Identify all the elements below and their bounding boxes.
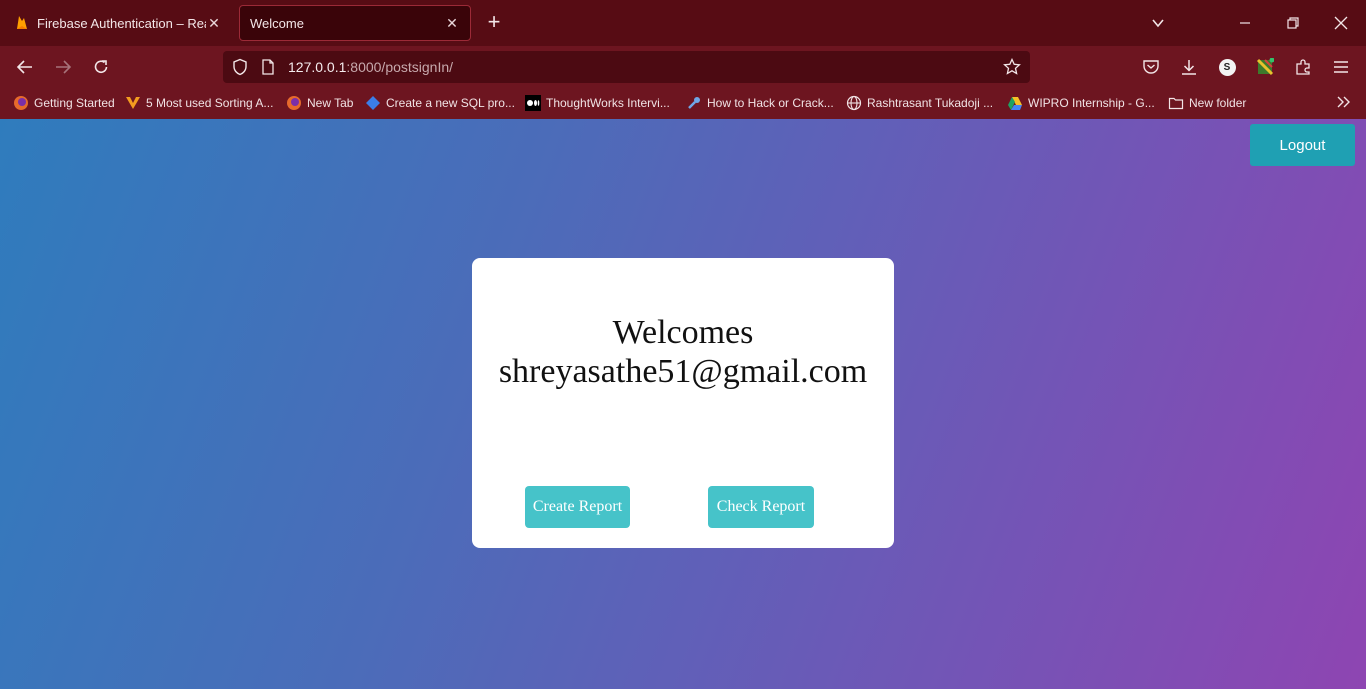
bookmark-label: New folder bbox=[1189, 96, 1247, 110]
new-tab-icon[interactable]: + bbox=[483, 11, 505, 33]
menu-icon[interactable] bbox=[1329, 55, 1353, 79]
bookmark-label: Getting Started bbox=[34, 96, 115, 110]
welcome-card: Welcomes shreyasathe51@gmail.com Create … bbox=[472, 258, 894, 548]
page-info-icon[interactable] bbox=[261, 59, 275, 80]
navigation-toolbar: 127.0.0.1:8000/postsignIn/ S bbox=[0, 46, 1366, 88]
bookmark-new-folder[interactable]: New folder bbox=[1168, 95, 1246, 111]
tab-title: Welcome bbox=[250, 15, 304, 31]
minimize-icon[interactable] bbox=[1233, 11, 1257, 35]
shield-icon[interactable] bbox=[231, 58, 249, 81]
bookmark-sorting[interactable]: 5 Most used Sorting A... bbox=[125, 95, 273, 111]
extension-icon[interactable] bbox=[1253, 55, 1277, 79]
firefox-icon bbox=[13, 95, 29, 111]
globe-icon bbox=[846, 95, 862, 111]
bookmark-hack[interactable]: How to Hack or Crack... bbox=[686, 95, 834, 111]
url-host: 127.0.0.1 bbox=[288, 59, 347, 75]
bookmark-label: 5 Most used Sorting A... bbox=[146, 96, 274, 110]
firebase-icon bbox=[14, 15, 30, 31]
bookmark-getting-started[interactable]: Getting Started bbox=[13, 95, 115, 111]
pocket-icon[interactable] bbox=[1139, 55, 1163, 79]
profile-avatar[interactable]: S bbox=[1215, 55, 1239, 79]
sql-icon bbox=[365, 95, 381, 111]
close-tab-icon[interactable]: ✕ bbox=[206, 15, 222, 32]
drive-icon bbox=[1007, 95, 1023, 111]
url-text[interactable]: 127.0.0.1:8000/postsignIn/ bbox=[288, 59, 453, 75]
bookmark-rashtrasant[interactable]: Rashtrasant Tukadoji ... bbox=[846, 95, 993, 111]
welcome-heading: Welcomes shreyasathe51@gmail.com bbox=[472, 313, 894, 391]
tab-title: Firebase Authentication – Realtim bbox=[37, 15, 206, 31]
downloads-icon[interactable] bbox=[1177, 55, 1201, 79]
more-bookmarks-icon[interactable] bbox=[1336, 94, 1352, 110]
bookmark-star-icon[interactable] bbox=[1003, 57, 1021, 81]
medium-icon bbox=[525, 95, 541, 111]
bookmark-label: Rashtrasant Tukadoji ... bbox=[867, 96, 994, 110]
bookmark-label: WIPRO Internship - G... bbox=[1028, 96, 1155, 110]
page-content: Logout Welcomes shreyasathe51@gmail.com … bbox=[0, 119, 1366, 689]
forward-icon[interactable] bbox=[51, 55, 75, 79]
bookmark-thoughtworks[interactable]: ThoughtWorks Intervi... bbox=[525, 95, 670, 111]
profile-initial: S bbox=[1218, 58, 1236, 76]
sorting-icon bbox=[125, 95, 141, 111]
wrench-icon bbox=[686, 95, 702, 111]
bookmark-label: How to Hack or Crack... bbox=[707, 96, 834, 110]
back-icon[interactable] bbox=[13, 55, 37, 79]
welcome-text: Welcomes bbox=[612, 314, 754, 351]
restore-icon[interactable] bbox=[1281, 11, 1305, 35]
bookmark-label: New Tab bbox=[307, 96, 354, 110]
bookmark-sql[interactable]: Create a new SQL pro... bbox=[365, 95, 515, 111]
bookmark-label: ThoughtWorks Intervi... bbox=[546, 96, 670, 110]
bookmark-label: Create a new SQL pro... bbox=[386, 96, 515, 110]
create-report-button[interactable]: Create Report bbox=[525, 486, 630, 528]
url-path: :8000/postsignIn/ bbox=[346, 59, 454, 75]
close-tab-icon[interactable]: ✕ bbox=[444, 15, 460, 32]
user-email: shreyasathe51@gmail.com bbox=[498, 353, 868, 390]
bookmark-wipro[interactable]: WIPRO Internship - G... bbox=[1007, 95, 1155, 111]
close-window-icon[interactable] bbox=[1329, 11, 1353, 35]
folder-icon bbox=[1168, 95, 1184, 111]
extensions-puzzle-icon[interactable] bbox=[1291, 55, 1315, 79]
check-report-button[interactable]: Check Report bbox=[708, 486, 814, 528]
logout-button[interactable]: Logout bbox=[1250, 124, 1355, 166]
firefox-icon bbox=[286, 95, 302, 111]
tab-welcome[interactable]: Welcome ✕ bbox=[239, 5, 471, 41]
bookmarks-toolbar: Getting Started 5 Most used Sorting A...… bbox=[0, 88, 1366, 119]
tab-strip: Firebase Authentication – Realtim ✕ Welc… bbox=[0, 0, 1366, 46]
list-tabs-icon[interactable] bbox=[1146, 11, 1170, 35]
bookmark-new-tab[interactable]: New Tab bbox=[286, 95, 353, 111]
address-bar[interactable]: 127.0.0.1:8000/postsignIn/ bbox=[223, 51, 1030, 83]
tab-firebase[interactable]: Firebase Authentication – Realtim ✕ bbox=[4, 5, 232, 41]
reload-icon[interactable] bbox=[89, 55, 113, 79]
